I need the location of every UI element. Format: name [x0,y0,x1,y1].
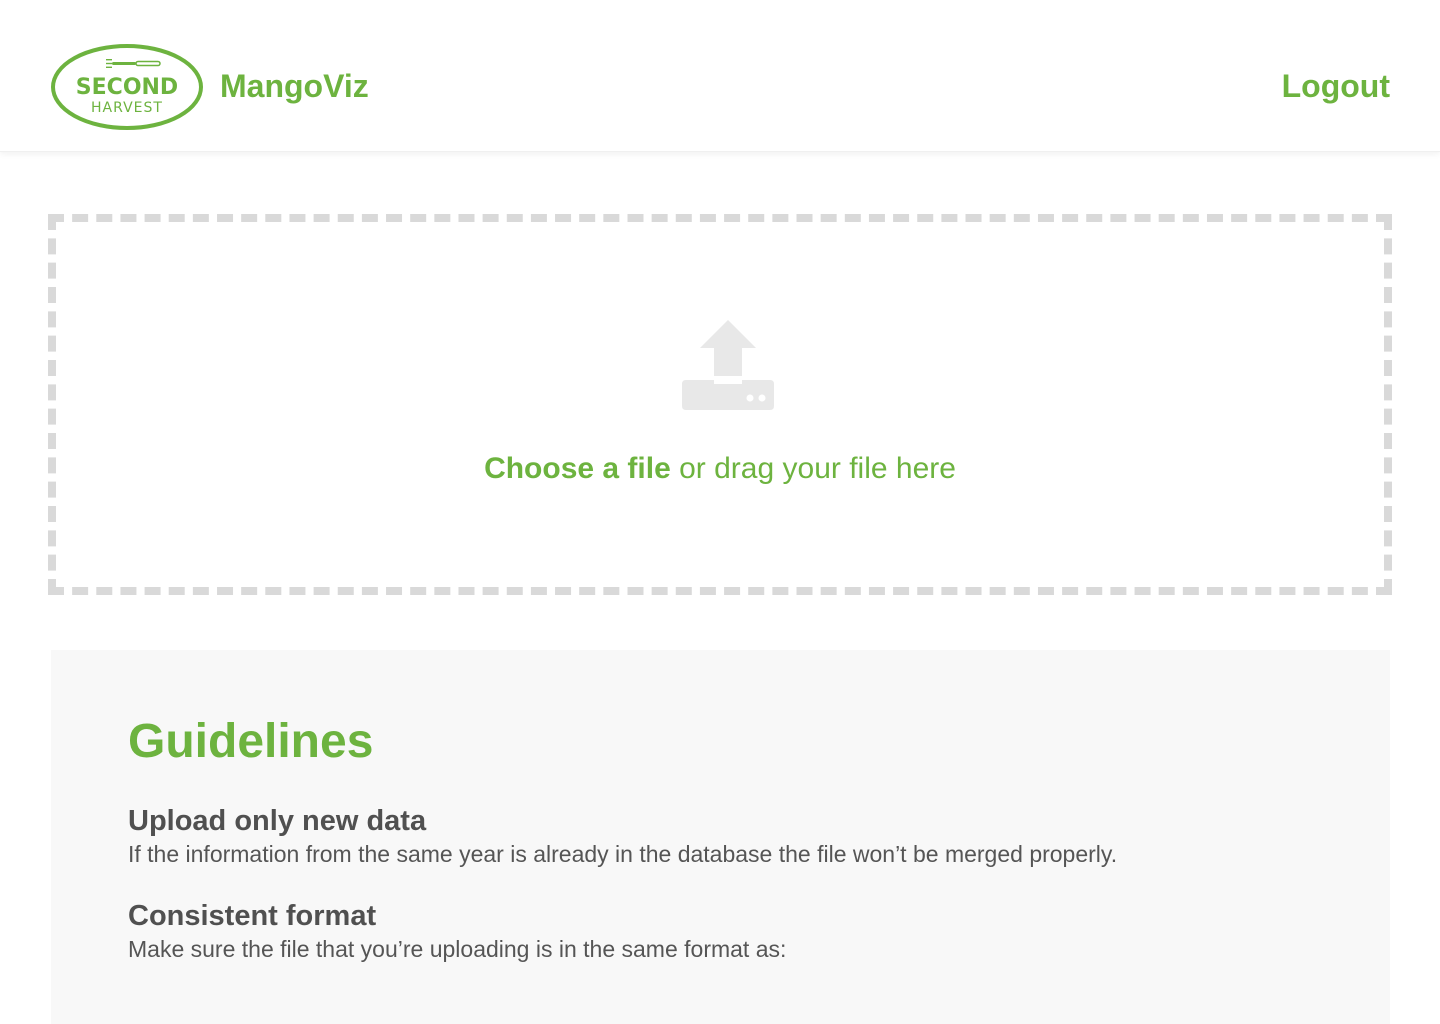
guideline-heading: Upload only new data [128,805,427,837]
app-header: SECOND HARVEST MangoViz Logout [0,0,1440,152]
choose-file-link[interactable]: Choose a file [484,452,671,485]
upload-icon [682,320,774,410]
guideline-text: If the information from the same year is… [128,841,1118,867]
file-dropzone[interactable]: Choose a file or drag your file here [48,214,1392,595]
logo-line2: HARVEST [91,100,163,116]
fork-icon [106,59,161,68]
dropzone-text: Choose a file or drag your file here [56,452,1384,486]
guidelines-title: Guidelines [128,715,374,768]
guideline-item: Upload only new data If the information … [128,803,1117,869]
app-brand: MangoViz [220,68,369,104]
second-harvest-logo[interactable]: SECOND HARVEST [50,42,205,132]
guideline-text: Make sure the file that you’re uploading… [128,936,787,962]
guidelines-panel: Guidelines Upload only new data If the i… [51,650,1390,1024]
guideline-item: Consistent format Make sure the file tha… [128,898,786,964]
drag-text: or drag your file here [670,452,956,485]
logo-line1: SECOND [76,75,178,100]
guideline-heading: Consistent format [128,900,377,932]
logout-button[interactable]: Logout [1282,68,1390,105]
